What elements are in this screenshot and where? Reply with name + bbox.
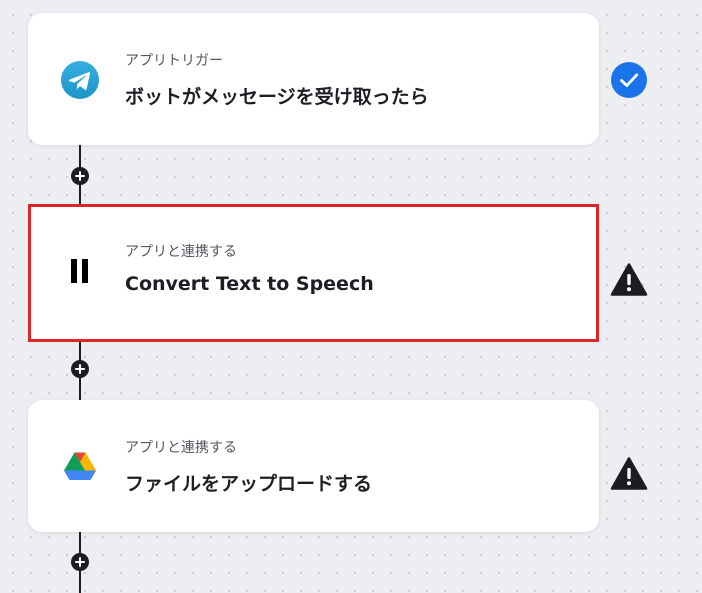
warning-icon	[610, 261, 648, 299]
add-step-button[interactable]	[71, 360, 89, 378]
add-step-button[interactable]	[71, 167, 89, 185]
flow-step-card-selected[interactable]: アプリと連携する Convert Text to Speech	[28, 204, 599, 342]
pause-icon	[61, 252, 99, 290]
google-drive-icon	[61, 448, 99, 486]
step-type-label: アプリと連携する	[125, 440, 237, 456]
step-type-label: アプリと連携する	[125, 244, 237, 260]
flow-step-card[interactable]: アプリトリガー ボットがメッセージを受け取ったら	[28, 13, 599, 145]
step-title: ボットがメッセージを受け取ったら	[125, 86, 429, 108]
warning-icon	[610, 455, 648, 493]
flow-step-card[interactable]: アプリと連携する ファイルをアップロードする	[28, 400, 599, 532]
add-step-button[interactable]	[71, 553, 89, 571]
step-title: Convert Text to Speech	[125, 273, 374, 295]
telegram-icon	[61, 61, 99, 99]
step-title: ファイルをアップロードする	[125, 473, 373, 495]
check-circle-icon	[610, 61, 648, 99]
step-type-label: アプリトリガー	[125, 53, 223, 69]
